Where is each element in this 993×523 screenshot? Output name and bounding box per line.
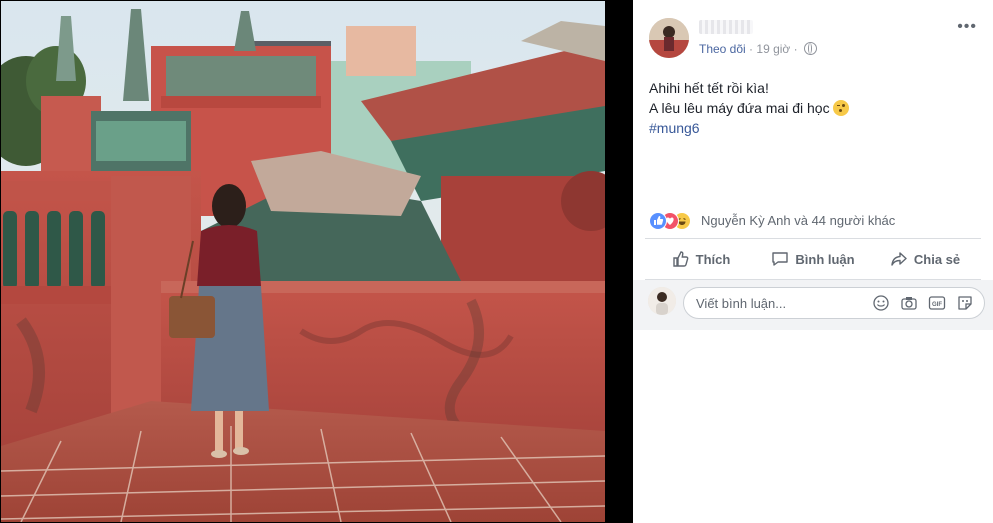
- reactions-summary[interactable]: Nguyễn Kỳ Anh và 44 người khác: [701, 213, 895, 228]
- share-button[interactable]: Chia sẻ: [869, 240, 981, 278]
- author-avatar[interactable]: [649, 18, 689, 58]
- post-text-line-1: Ahihi hết tết rồi kìa!: [649, 80, 769, 96]
- comment-icon: [772, 252, 789, 266]
- post-text: Ahihi hết tết rồi kìa! A lêu lêu máy đứa…: [649, 78, 977, 138]
- comment-label: Bình luận: [795, 251, 855, 267]
- follow-link[interactable]: Theo dõi: [699, 42, 746, 56]
- photo-viewer: [0, 0, 633, 523]
- emoji-icon[interactable]: [872, 294, 890, 312]
- like-label: Thích: [695, 251, 731, 267]
- post-sidebar: Theo dõi · 19 giờ · ••• Ahihi hết tết rồ…: [633, 0, 993, 523]
- share-label: Chia sẻ: [913, 251, 961, 267]
- post-meta: Theo dõi · 19 giờ ·: [699, 42, 817, 56]
- comment-composer: Viết bình luận... GIF: [633, 280, 993, 330]
- post-text-line-2-wrap: A lêu lêu máy đứa mai đi học: [649, 98, 977, 118]
- reactions-bar: Nguyễn Kỳ Anh và 44 người khác: [649, 211, 977, 230]
- camera-icon[interactable]: [900, 294, 918, 312]
- hashtag-wrap: #mung6: [649, 118, 977, 138]
- comment-input[interactable]: Viết bình luận...: [696, 296, 786, 311]
- like-icon[interactable]: [649, 212, 667, 230]
- post-actions: Thích Bình luận Chia sẻ: [645, 240, 981, 278]
- gif-icon[interactable]: GIF: [928, 294, 946, 312]
- comment-button[interactable]: Bình luận: [757, 240, 869, 278]
- share-icon: [891, 252, 907, 266]
- meta-separator-2: ·: [793, 42, 801, 56]
- wink-emoji-icon: [833, 100, 850, 116]
- post-text-line-2: A lêu lêu máy đứa mai đi học: [649, 100, 830, 116]
- post-header: Theo dõi · 19 giờ · •••: [649, 14, 983, 60]
- thumbs-up-icon: [672, 251, 689, 267]
- like-button[interactable]: Thích: [645, 240, 757, 278]
- post-time[interactable]: 19 giờ: [756, 42, 790, 56]
- comment-tools: GIF: [872, 294, 974, 312]
- more-options-icon[interactable]: •••: [957, 18, 977, 36]
- comment-input-box[interactable]: Viết bình luận... GIF: [683, 287, 985, 319]
- post-photo[interactable]: [1, 1, 605, 522]
- divider-top: [645, 238, 981, 239]
- viewer-avatar[interactable]: [648, 287, 676, 315]
- sticker-icon[interactable]: [956, 294, 974, 312]
- svg-text:GIF: GIF: [932, 302, 942, 308]
- globe-icon[interactable]: [803, 42, 817, 55]
- author-name-blurred[interactable]: [699, 20, 753, 34]
- hashtag-link[interactable]: #mung6: [649, 120, 700, 136]
